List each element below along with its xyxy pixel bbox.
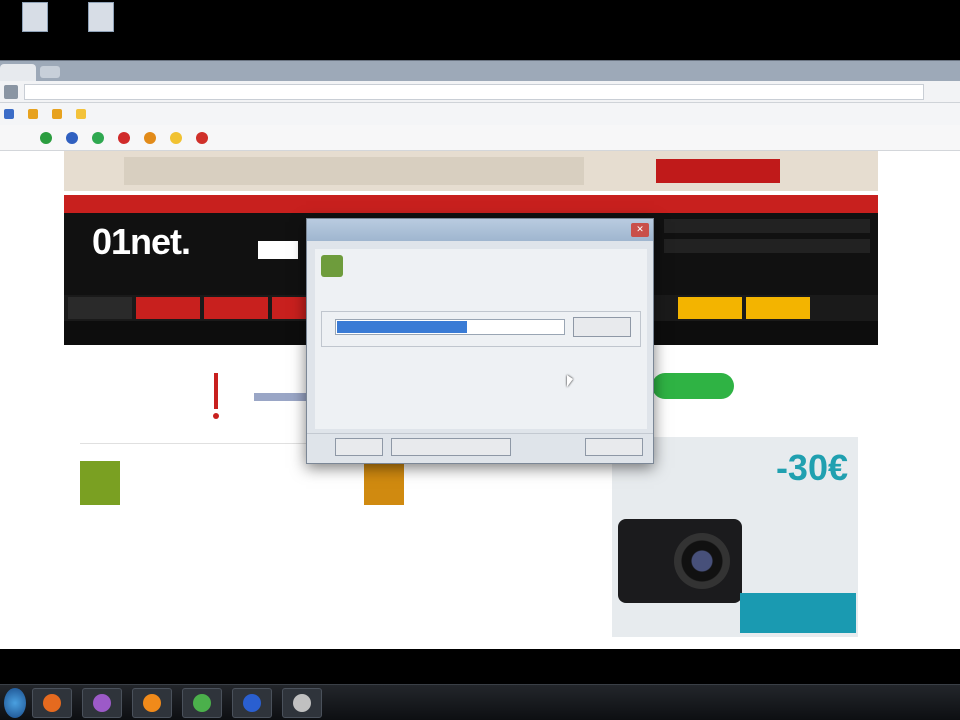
word-icon xyxy=(243,694,261,712)
toolbar-icon xyxy=(92,131,104,144)
warning-icon-dot xyxy=(213,413,219,419)
top-nav-item[interactable] xyxy=(146,200,186,208)
camera-ad[interactable]: -30€ xyxy=(612,437,858,637)
top-nav-item[interactable] xyxy=(446,200,486,208)
top-nav-item[interactable] xyxy=(86,200,126,208)
tool-task-button[interactable] xyxy=(282,688,322,718)
site-search-input[interactable] xyxy=(258,241,298,259)
category-tab[interactable] xyxy=(136,297,200,319)
ad-cta-button[interactable] xyxy=(740,593,856,633)
bookmark-item[interactable] xyxy=(28,109,42,119)
logo-text: 01net. xyxy=(92,221,191,262)
document-icon xyxy=(88,2,114,32)
browser-tab[interactable] xyxy=(0,64,36,81)
top-nav-item[interactable] xyxy=(386,200,426,208)
toolbar-icon xyxy=(40,131,52,144)
top-nav-item[interactable] xyxy=(506,200,546,208)
tab-strip xyxy=(0,61,960,81)
green-icon xyxy=(193,694,211,712)
toolbar-icon xyxy=(196,131,208,144)
desktop: 01net. -30€ ✕ xyxy=(0,0,960,720)
header-link-row[interactable] xyxy=(664,219,870,233)
word-task-button[interactable] xyxy=(232,688,272,718)
category-tab[interactable] xyxy=(678,297,742,319)
url-input[interactable] xyxy=(24,83,924,100)
bookmarks-bar xyxy=(0,103,960,125)
tool-icon xyxy=(293,694,311,712)
bookmark-icon xyxy=(52,109,62,119)
top-banner-ad[interactable] xyxy=(64,151,878,191)
new-tab-button[interactable] xyxy=(40,66,60,78)
toolbar-icon xyxy=(118,131,130,144)
bookmark-item[interactable] xyxy=(4,109,18,119)
camera-lens xyxy=(674,533,730,589)
top-nav-item[interactable] xyxy=(206,200,246,208)
toolbar-icon xyxy=(170,131,182,144)
next-button[interactable] xyxy=(391,438,511,456)
toolbar-item[interactable] xyxy=(144,131,160,144)
cancel-button[interactable] xyxy=(585,438,643,456)
orange-icon xyxy=(143,694,161,712)
bookmark-icon xyxy=(76,109,86,119)
banner-cta-button[interactable] xyxy=(656,159,780,183)
destination-path-value[interactable] xyxy=(337,321,467,333)
dialog-footer xyxy=(307,433,653,463)
dialog-titlebar[interactable]: ✕ xyxy=(307,219,653,241)
camera-image xyxy=(618,519,742,603)
winamp-task-button[interactable] xyxy=(82,688,122,718)
bookmark-item[interactable] xyxy=(76,109,90,119)
header-right xyxy=(664,219,870,269)
list-item[interactable] xyxy=(80,453,300,523)
top-nav xyxy=(64,195,878,213)
firefox-task-button[interactable] xyxy=(32,688,72,718)
install-dialog: ✕ xyxy=(306,218,654,464)
installer-icon xyxy=(321,255,343,277)
toolbar-item[interactable] xyxy=(40,131,56,144)
toolbar-item[interactable] xyxy=(92,131,108,144)
item-thumbnail xyxy=(364,461,404,505)
winamp-icon xyxy=(93,694,111,712)
start-button[interactable] xyxy=(4,688,26,718)
category-tab[interactable] xyxy=(746,297,810,319)
toolbar-icon xyxy=(66,131,78,144)
firefox-icon xyxy=(43,694,61,712)
file-icon xyxy=(22,2,48,32)
green-task-button[interactable] xyxy=(182,688,222,718)
dialog-body xyxy=(315,249,647,429)
toolbar-item[interactable] xyxy=(66,131,82,144)
orange-task-button[interactable] xyxy=(132,688,172,718)
desktop-icon-2[interactable] xyxy=(66,2,136,58)
toolbar-icon xyxy=(144,131,156,144)
close-icon[interactable]: ✕ xyxy=(631,223,649,237)
site-logo[interactable]: 01net. xyxy=(92,221,232,279)
page-icon xyxy=(4,84,18,99)
browse-button[interactable] xyxy=(573,317,631,337)
item-thumbnail xyxy=(80,461,120,505)
addon-toolbar xyxy=(0,125,960,151)
top-nav-item[interactable] xyxy=(326,200,366,208)
ad-price: -30€ xyxy=(775,447,848,488)
taskbar xyxy=(0,684,960,720)
download-button[interactable] xyxy=(652,373,734,399)
top-nav-item[interactable] xyxy=(266,200,306,208)
notice-link[interactable] xyxy=(254,393,314,401)
address-bar xyxy=(0,81,960,103)
header-link-row[interactable] xyxy=(664,239,870,253)
bookmark-icon xyxy=(28,109,38,119)
back-button[interactable] xyxy=(335,438,383,456)
desktop-icon-1[interactable] xyxy=(0,2,70,58)
toolbar-item[interactable] xyxy=(118,131,134,144)
top-nav-item[interactable] xyxy=(566,200,606,208)
category-tab[interactable] xyxy=(204,297,268,319)
warning-icon xyxy=(214,373,218,409)
banner-strip xyxy=(124,157,584,185)
category-tab[interactable] xyxy=(68,297,132,319)
mouse-cursor-icon xyxy=(567,375,573,387)
toolbar-item[interactable] xyxy=(196,131,212,144)
toolbar-item[interactable] xyxy=(170,131,186,144)
bookmark-icon xyxy=(4,109,14,119)
bookmark-item[interactable] xyxy=(52,109,66,119)
